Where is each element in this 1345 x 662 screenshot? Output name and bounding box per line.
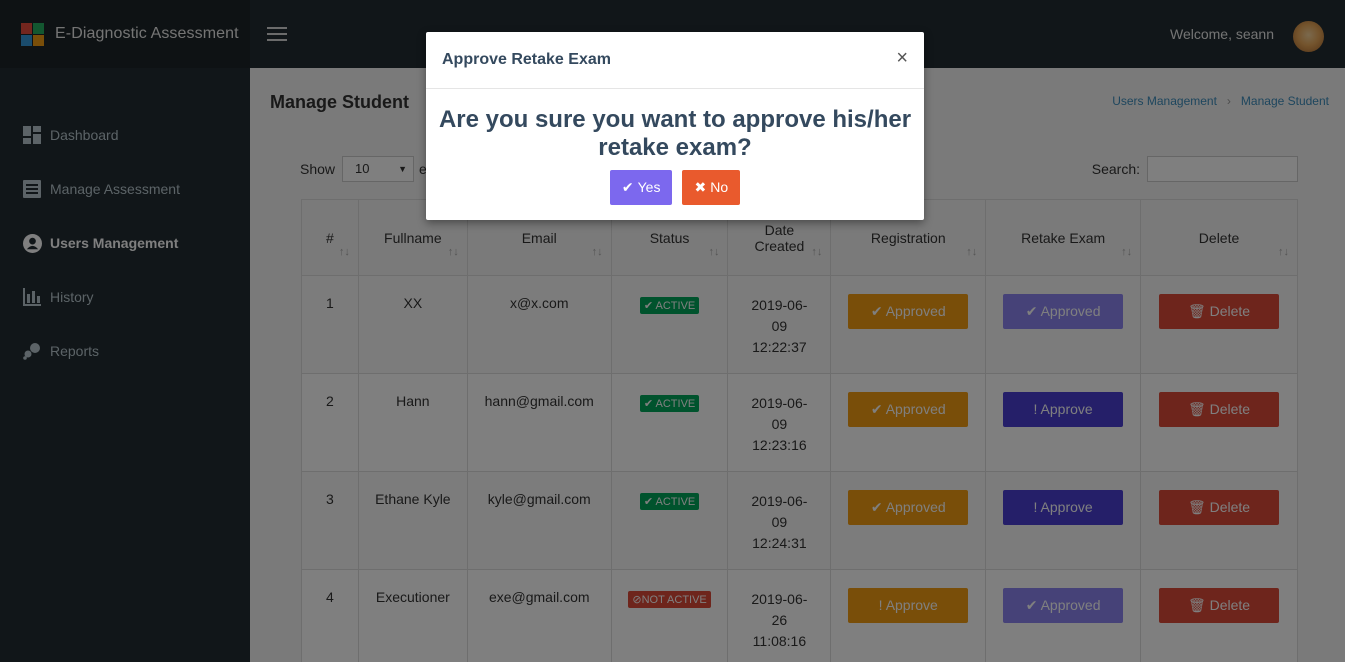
modal-header: Approve Retake Exam × [426, 32, 924, 89]
check-icon: ✔ [621, 179, 634, 195]
no-button[interactable]: ✖ No [682, 170, 741, 205]
yes-button-label: Yes [637, 179, 661, 195]
yes-button[interactable]: ✔ Yes [609, 170, 673, 205]
no-button-label: No [710, 179, 729, 195]
modal-actions: ✔ Yes ✖ No [426, 170, 924, 205]
approve-retake-modal: Approve Retake Exam × Are you sure you w… [426, 32, 924, 220]
close-icon[interactable]: × [896, 47, 908, 70]
modal-body: Are you sure you want to approve his/her… [426, 89, 924, 205]
modal-message: Are you sure you want to approve his/her… [438, 106, 912, 161]
close-icon: ✖ [694, 179, 707, 195]
modal-title: Approve Retake Exam [442, 51, 611, 68]
